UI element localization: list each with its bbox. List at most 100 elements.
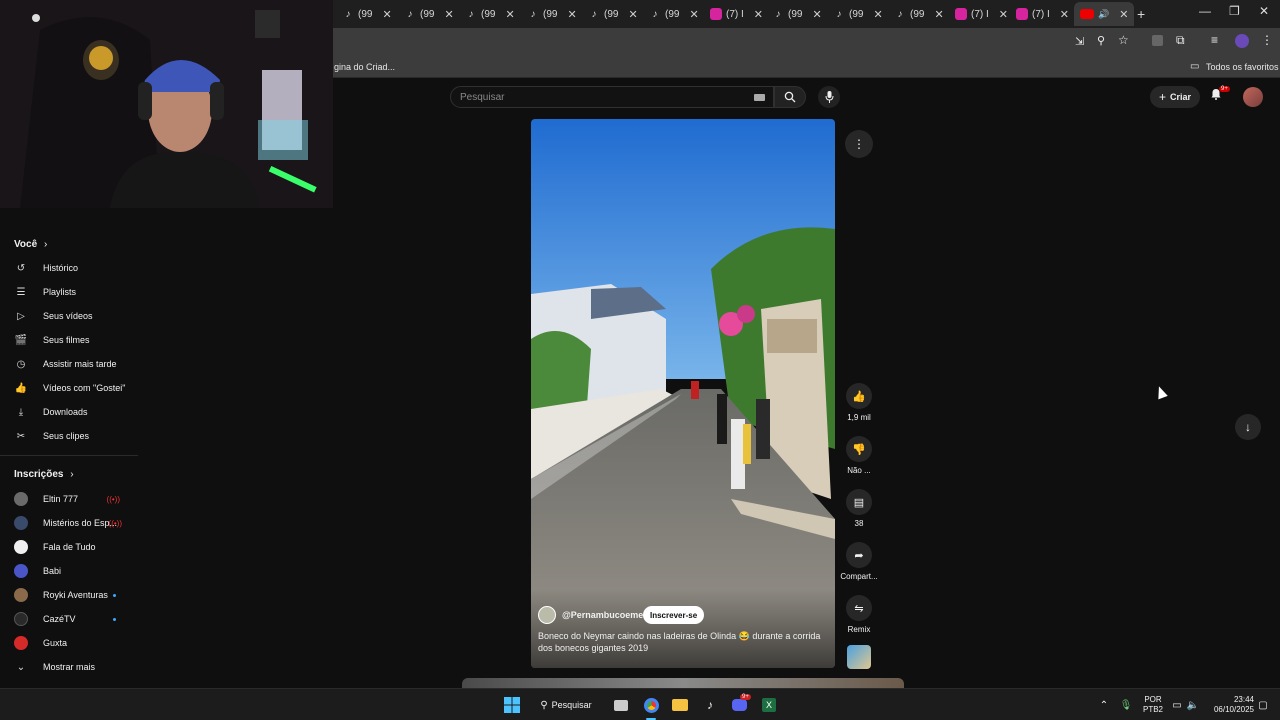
close-tab-icon[interactable]: ✕ (505, 8, 514, 21)
more-options-button[interactable]: ⋮ (845, 130, 873, 158)
browser-tab[interactable]: ♪ (99 ✕ (588, 2, 638, 26)
taskbar-search[interactable]: ⚲ Pesquisar (536, 695, 596, 715)
sidebar-sub-item[interactable]: Babi (14, 562, 134, 580)
sidebar-sub-item[interactable]: CazéTV (14, 610, 134, 628)
language-indicator[interactable]: POR PTB2 (1140, 695, 1166, 715)
comments-button[interactable]: ▤ 38 (838, 489, 880, 528)
media-controls-icon[interactable]: ≡ (1211, 33, 1218, 47)
browser-tab[interactable]: (7) I ✕ (710, 2, 763, 26)
tiktok-icon[interactable]: ♪ (701, 695, 719, 715)
sidebar-sub-item[interactable]: Mistérios do Esp... ((•)) (14, 514, 134, 532)
close-tab-icon[interactable]: ✕ (873, 8, 882, 21)
browser-tab[interactable]: ♪ (99 ✕ (649, 2, 699, 26)
sidebar-section-you[interactable]: Você › (14, 239, 47, 250)
show-more-button[interactable]: ⌄ Mostrar mais (14, 658, 134, 676)
account-avatar[interactable] (1243, 87, 1263, 107)
close-tab-icon[interactable]: ✕ (628, 8, 637, 21)
profile-icon[interactable] (1235, 34, 1249, 48)
file-explorer-icon[interactable] (671, 695, 689, 715)
bookmark-item[interactable]: gina do Criad... (334, 62, 395, 72)
channel-name[interactable]: @Pernambucoemeu (562, 610, 649, 620)
tiktok-icon: ♪ (345, 8, 351, 20)
minimize-icon[interactable]: — (1199, 4, 1211, 18)
close-tab-icon[interactable]: ✕ (754, 8, 763, 21)
all-bookmarks[interactable]: Todos os favoritos (1206, 62, 1279, 72)
search-button[interactable] (774, 86, 806, 108)
sidebar-item-history[interactable]: ↺ Histórico (14, 259, 134, 277)
windows-start-icon[interactable] (503, 695, 521, 715)
sidebar-item-movies[interactable]: 🎬 Seus filmes (14, 331, 134, 349)
browser-tab[interactable]: ♪ (99 ✕ (404, 2, 454, 26)
volume-icon[interactable]: 🔈 (1186, 695, 1200, 715)
close-tab-icon[interactable]: ✕ (567, 8, 576, 21)
network-icon[interactable]: ▭ (1170, 695, 1184, 715)
next-short-button[interactable]: ↓ (1235, 414, 1261, 440)
dislike-button[interactable]: 👎 Não ... (838, 436, 880, 475)
close-tab-icon[interactable]: ✕ (999, 8, 1008, 21)
task-view-icon[interactable] (612, 695, 630, 715)
sidebar-item-liked[interactable]: 👍 Vídeos com "Gostei" (14, 379, 134, 397)
search-input[interactable]: Pesquisar (450, 86, 774, 108)
browser-tab[interactable]: ♪ (99 ✕ (833, 2, 883, 26)
restore-icon[interactable]: ❐ (1229, 4, 1240, 18)
chevron-right-icon: › (43, 239, 48, 250)
close-tab-icon[interactable]: ✕ (1060, 8, 1069, 21)
close-tab-icon[interactable]: ✕ (812, 8, 821, 21)
sidebar-item-your-videos[interactable]: ▷ Seus vídeos (14, 307, 134, 325)
browser-tab[interactable]: ♪ (99 ✕ (772, 2, 822, 26)
create-button[interactable]: + Criar (1150, 86, 1200, 108)
clock[interactable]: 23:44 06/10/2025 (1206, 695, 1254, 715)
sidebar-item-downloads[interactable]: ⤓ Downloads (14, 403, 134, 421)
sidebar-sub-item[interactable]: Fala de Tudo (14, 538, 134, 556)
discord-badge: 9+ (740, 694, 751, 700)
notification-center-icon[interactable]: ▢ (1256, 695, 1270, 715)
channel-avatar[interactable] (538, 606, 556, 624)
browser-tab[interactable]: ♪ (99 ✕ (465, 2, 515, 26)
puzzle-icon[interactable]: ⧉ (1176, 33, 1185, 48)
install-app-icon[interactable]: ⇲ (1075, 35, 1084, 48)
close-tab-icon[interactable]: ✕ (382, 8, 391, 21)
close-tab-icon[interactable]: ✕ (934, 8, 943, 21)
close-window-icon[interactable]: ✕ (1259, 4, 1269, 18)
sidebar-item-playlists[interactable]: ☰ Playlists (14, 283, 134, 301)
microphone-icon[interactable]: 🎙 (1120, 695, 1133, 715)
browser-tab[interactable]: ♪ (99 ✕ (894, 2, 944, 26)
sidebar-sub-item[interactable]: Eltin 777 ((•)) (14, 490, 134, 508)
browser-tab-active[interactable]: 🔊 ✕ (1074, 2, 1135, 26)
sidebar-item-clips[interactable]: ✂ Seus clipes (14, 427, 134, 445)
new-tab-button[interactable]: + (1137, 2, 1145, 26)
channel-avatar (14, 516, 28, 530)
sidebar-sub-item[interactable]: Guxta (14, 634, 134, 652)
like-button[interactable]: 👍 1,9 mil (838, 383, 880, 422)
browser-tab[interactable]: ♪ (99 ✕ (527, 2, 577, 26)
playlists-icon: ☰ (16, 286, 26, 298)
close-tab-icon[interactable]: ✕ (444, 8, 453, 21)
browser-tab[interactable]: ♪ (99 ✕ (342, 2, 392, 26)
extension-icon[interactable] (1152, 35, 1163, 46)
browser-tab[interactable]: (7) I ✕ (955, 2, 1008, 26)
tray-chevron-up-icon[interactable]: ⌃ (1098, 695, 1110, 715)
share-button[interactable]: ➦ Compart... (838, 542, 880, 581)
browser-menu-icon[interactable]: ⋮ (1261, 33, 1273, 47)
browser-tab[interactable]: (7) I ✕ (1016, 2, 1069, 26)
thumbs-down-icon: 👎 (846, 436, 872, 462)
keyboard-icon[interactable] (754, 94, 765, 101)
close-tab-icon[interactable]: ✕ (1119, 8, 1128, 21)
star-icon[interactable]: ☆ (1118, 33, 1129, 47)
remix-button[interactable]: ⇋ Remix (838, 595, 880, 634)
short-video-player[interactable]: @Pernambucoemeu Inscrever-se Boneco do N… (531, 119, 835, 668)
zoom-icon[interactable]: ⚲ (1097, 34, 1105, 47)
close-tab-icon[interactable]: ✕ (689, 8, 698, 21)
voice-search-button[interactable] (818, 86, 840, 108)
excel-icon[interactable]: X (760, 695, 778, 715)
subscribe-button[interactable]: Inscrever-se (643, 606, 705, 624)
sidebar-item-watch-later[interactable]: ◷ Assistir mais tarde (14, 355, 134, 373)
your-videos-icon: ▷ (17, 310, 25, 322)
sidebar-divider (0, 455, 138, 456)
chrome-icon[interactable] (641, 695, 661, 715)
sidebar-sub-item[interactable]: Royki Aventuras (14, 586, 134, 604)
channel-avatar (14, 540, 28, 554)
sound-thumbnail[interactable] (847, 645, 871, 669)
sidebar-section-subscriptions[interactable]: Inscrições › (14, 469, 74, 480)
new-content-dot (113, 593, 116, 597)
